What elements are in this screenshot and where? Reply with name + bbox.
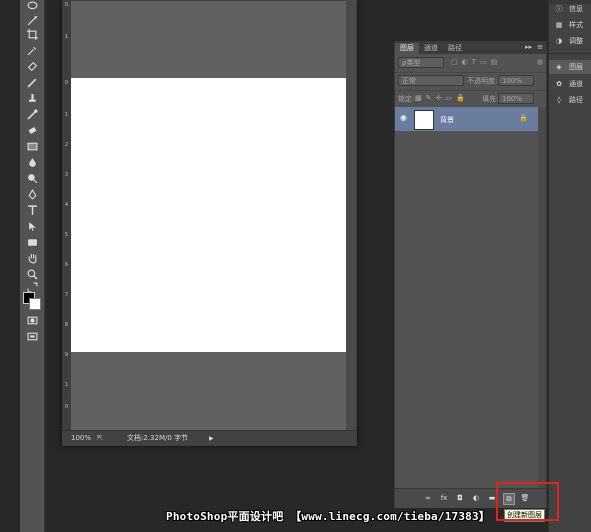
history-brush-tool-icon[interactable] (25, 108, 39, 120)
doc-info: 文档:2.32M/0 字节 (127, 434, 189, 442)
tab-layers[interactable]: 图层 (395, 43, 419, 54)
channels-icon: ✿ (556, 80, 562, 88)
ruler-label: 4 (64, 202, 69, 208)
eraser-tool-icon[interactable] (25, 124, 39, 136)
fill-label: 填充: (482, 95, 499, 103)
lock-icons[interactable]: ▩✎✛▭🔒 (415, 94, 469, 102)
dock-item-label: 信息 (569, 5, 583, 13)
layers-panel: 图层 通道 路径 ▸▸ ≡ ρ类型 ▢◐T▭▤ 正常 不透明度: 100% 锁定… (394, 41, 547, 508)
panel-dock: ⓘ 信息 ▦ 样式 ◑ 调整 ◈ 图层 ✿ 通道 ◊ 路径 (548, 0, 591, 532)
zoom-tool-icon[interactable] (25, 268, 39, 280)
background-color-swatch[interactable] (29, 298, 41, 310)
type-tool-icon[interactable] (25, 204, 39, 216)
tab-paths[interactable]: 路径 (443, 43, 467, 54)
blend-mode-select[interactable]: 正常 (398, 75, 464, 86)
pen-tool-icon[interactable] (25, 188, 39, 200)
document-status-bar: 100% ⇱ 文档:2.32M/0 字节 ▶ (62, 430, 356, 445)
eyedropper-tool-icon[interactable] (25, 44, 39, 56)
ruler-label: 6 (64, 262, 69, 268)
dock-item-layers[interactable]: ◈ 图层 (549, 60, 591, 74)
layers-icon: ◈ (556, 63, 562, 71)
dock-item-label: 样式 (569, 21, 583, 29)
info-icon: ⓘ (555, 5, 563, 13)
opacity-field[interactable]: 100% (498, 75, 534, 86)
lock-icon: 🔒 (519, 114, 528, 122)
highlight-box (496, 482, 559, 521)
ruler-label: 5 (64, 232, 69, 238)
ruler-label: 9 (64, 352, 69, 358)
healing-brush-tool-icon[interactable] (25, 60, 39, 72)
blend-row: 正常 不透明度: 100% (395, 72, 546, 91)
opacity-label: 不透明度: (467, 77, 498, 85)
ruler-label: 8 (64, 322, 69, 328)
dock-divider (549, 53, 591, 54)
ruler-label: 1 (64, 382, 69, 388)
status-menu-arrow-icon[interactable]: ▶ (209, 435, 214, 442)
ruler-label: 0 (64, 80, 69, 86)
ruler-label: 7 (64, 292, 69, 298)
brush-tool-icon[interactable] (25, 76, 39, 88)
ruler-label: 0 (64, 404, 69, 410)
layer-row[interactable]: ◉ 背景 🔒 (395, 107, 538, 131)
filter-icons[interactable]: ▢◐T▭▤ (451, 58, 533, 68)
filter-toggle-icon[interactable] (537, 59, 543, 65)
dock-item-label: 通道 (569, 80, 583, 88)
fill-field[interactable]: 100% (498, 93, 534, 104)
document-scrollbar[interactable] (346, 0, 356, 430)
ruler-label: 0 (64, 2, 69, 8)
tab-channels[interactable]: 通道 (419, 43, 443, 54)
quick-mask-icon[interactable] (25, 314, 39, 326)
rectangle-tool-icon[interactable] (25, 236, 39, 248)
hand-tool-icon[interactable] (25, 252, 39, 264)
layer-filter-row: ρ类型 ▢◐T▭▤ (395, 54, 546, 73)
dock-item-label: 调整 (569, 37, 583, 45)
magic-wand-tool-icon[interactable] (25, 14, 39, 26)
layer-thumbnail (414, 110, 434, 130)
dodge-tool-icon[interactable] (25, 172, 39, 184)
vertical-ruler: 0 1 0 1 2 3 4 5 6 7 8 9 1 0 (62, 0, 71, 430)
layer-filter-select[interactable]: ρ类型 (398, 57, 444, 68)
adjustments-icon: ◑ (555, 37, 563, 45)
lock-label: 锁定: (398, 95, 415, 103)
dock-item-info[interactable]: ⓘ 信息 (549, 2, 591, 16)
ruler-label: 1 (64, 112, 69, 118)
clone-stamp-tool-icon[interactable] (25, 92, 39, 104)
dock-item-adjustments[interactable]: ◑ 调整 (549, 34, 591, 48)
crop-tool-icon[interactable] (25, 28, 39, 40)
dock-item-channels[interactable]: ✿ 通道 (549, 77, 591, 91)
export-icon[interactable]: ⇱ (97, 434, 127, 442)
adjustment-layer-icon[interactable]: ◐ (471, 493, 481, 503)
link-layers-icon[interactable]: ∞ (423, 493, 433, 503)
ruler-label: 1 (64, 34, 69, 40)
gradient-tool-icon[interactable] (25, 140, 39, 152)
eye-icon[interactable]: ◉ (400, 113, 407, 122)
screen-mode-icon[interactable] (25, 330, 39, 342)
panel-menu-icon[interactable]: ≡ (537, 43, 543, 51)
dock-item-label: 图层 (569, 63, 583, 71)
watermark-text: PhotoShop平面设计吧 【www.linecg.com/tieba/173… (166, 510, 491, 523)
path-selection-tool-icon[interactable] (25, 220, 39, 232)
zoom-level[interactable]: 100% (71, 434, 97, 442)
tools-panel (20, 0, 45, 532)
dock-item-styles[interactable]: ▦ 样式 (549, 18, 591, 32)
document-canvas[interactable] (71, 78, 346, 352)
layers-panel-tabs: 图层 通道 路径 ▸▸ ≡ (395, 42, 546, 54)
dock-item-paths[interactable]: ◊ 路径 (549, 93, 591, 107)
lasso-tool-icon[interactable] (25, 0, 39, 12)
layer-style-icon[interactable]: fx (439, 493, 449, 503)
ruler-label: 3 (64, 172, 69, 178)
add-mask-icon[interactable]: ◘ (455, 493, 465, 503)
blur-tool-icon[interactable] (25, 156, 39, 168)
layer-name[interactable]: 背景 (440, 115, 454, 125)
layers-scrollbar[interactable] (538, 107, 546, 488)
ruler-label: 2 (64, 142, 69, 148)
collapse-panel-icon[interactable]: ▸▸ (525, 43, 532, 51)
styles-icon: ▦ (555, 21, 563, 29)
paths-icon: ◊ (557, 96, 561, 104)
dock-item-label: 路径 (569, 96, 583, 104)
